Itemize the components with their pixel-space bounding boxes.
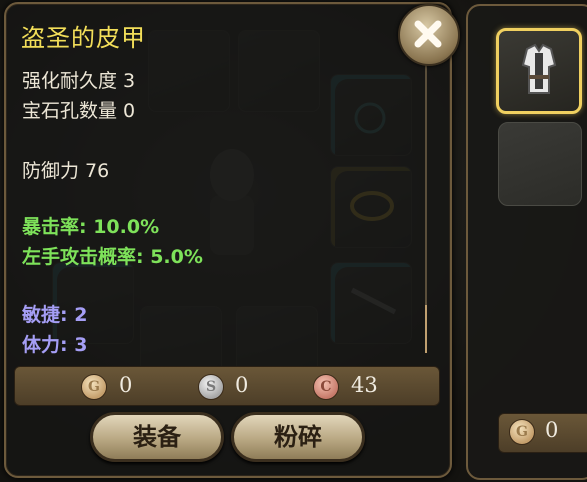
stat-offhand-attack-rate: 左手攻击概率: 5.0%	[22, 246, 203, 268]
copper-amount: 43	[351, 373, 378, 397]
gold-coin-icon: G	[509, 419, 535, 445]
item-tooltip-panel: 盗圣的皮甲 强化耐久度 3 宝石孔数量 0 防御力 76 暴击率: 10.0% …	[4, 2, 452, 478]
stat-stamina: 体力: 3	[22, 334, 88, 356]
gold-amount: 0	[119, 373, 133, 397]
stat-agility: 敏捷: 2	[22, 304, 88, 326]
shatter-button[interactable]: 粉碎	[231, 412, 365, 462]
stat-gem-slots: 宝石孔数量 0	[22, 100, 136, 122]
close-button[interactable]	[398, 4, 460, 66]
stat-crit-rate: 暴击率: 10.0%	[22, 216, 160, 238]
side-gold-amount: 0	[545, 418, 559, 442]
copper-coin-icon: C	[313, 374, 339, 400]
stat-defense: 防御力 76	[22, 160, 110, 182]
empty-equipment-slot[interactable]	[498, 122, 582, 206]
equipped-armor-slot[interactable]	[496, 28, 582, 114]
sell-price-bar: G 0 S 0 C 43	[14, 366, 440, 406]
close-icon	[414, 20, 442, 48]
item-name: 盗圣的皮甲	[21, 24, 146, 52]
silver-coin-icon: S	[198, 374, 224, 400]
tooltip-scroll-thumb[interactable]	[425, 305, 427, 353]
silver-amount: 0	[235, 373, 249, 397]
leather-armor-icon	[521, 43, 557, 94]
equip-button[interactable]: 装备	[90, 412, 224, 462]
gold-coin-icon: G	[81, 374, 107, 400]
side-gold-bar: G 0	[498, 413, 587, 453]
stat-enhance-durability: 强化耐久度 3	[22, 70, 136, 92]
